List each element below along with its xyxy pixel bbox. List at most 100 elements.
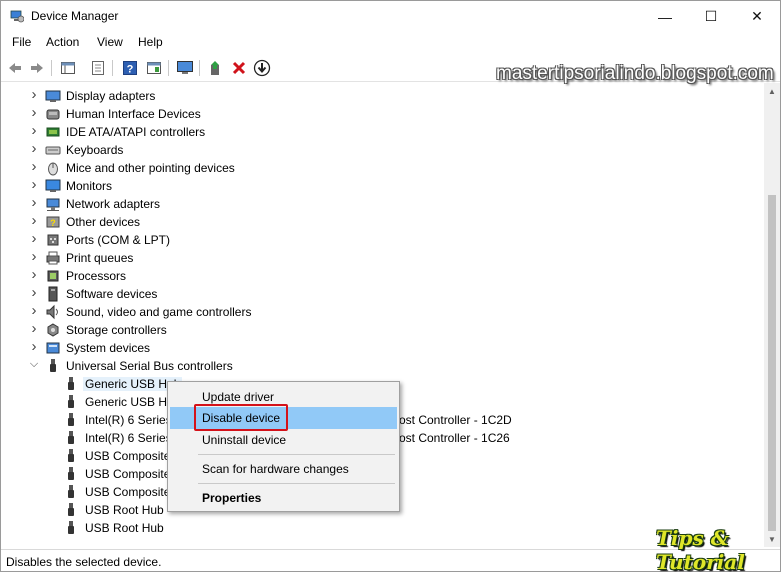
expand-chevron-icon[interactable]: › [29, 122, 39, 139]
status-text: Disables the selected device. [6, 555, 162, 569]
usb-device-label: Generic USB Hu [85, 395, 174, 409]
scrollbar-thumb[interactable] [768, 195, 776, 531]
enable-device-icon[interactable] [252, 58, 272, 78]
uninstall-device-menu-item[interactable]: Uninstall device [170, 429, 397, 451]
tree-category-label: Other devices [66, 215, 141, 229]
tree-category-row[interactable]: › Storage controllers [1, 320, 764, 339]
minimize-button[interactable]: — [642, 1, 688, 32]
menu-action[interactable]: Action [46, 35, 79, 49]
tree-category-label: Storage controllers [66, 323, 167, 337]
menu-bar: File Action View Help [1, 32, 780, 54]
tree-category-row[interactable]: ⌵ Universal Serial Bus controllers [1, 357, 764, 375]
scan-hardware-menu-item[interactable]: Scan for hardware changes [170, 458, 397, 480]
properties-menu-item[interactable]: Properties [170, 487, 397, 509]
expand-chevron-icon[interactable]: › [29, 212, 39, 229]
toolbar-separator [112, 60, 113, 76]
expand-chevron-icon[interactable]: › [29, 86, 39, 103]
show-hide-console-tree-icon[interactable] [58, 58, 78, 78]
expand-chevron-icon[interactable]: › [29, 158, 39, 175]
site-watermark: mastertipsorialindo.blogspot.com [496, 63, 774, 84]
expand-chevron-icon[interactable]: › [29, 338, 39, 355]
tree-category-label: Monitors [66, 179, 113, 193]
ide-controller-icon [46, 127, 60, 137]
mouse-icon [48, 162, 58, 176]
expand-chevron-icon[interactable]: › [29, 230, 39, 247]
expand-chevron-icon[interactable]: › [29, 302, 39, 319]
svg-text:?: ? [127, 64, 134, 76]
usb-device-row[interactable]: USB Root Hub [1, 519, 764, 537]
properties-icon[interactable] [88, 58, 108, 78]
tree-category-row[interactable]: ›? Other devices [1, 212, 764, 231]
tree-category-label: Network adapters [66, 197, 161, 211]
tree-category-row[interactable]: › Network adapters [1, 194, 764, 213]
tree-category-label: Mice and other pointing devices [66, 161, 235, 175]
uninstall-device-label: Uninstall device [202, 433, 287, 447]
tree-category-row[interactable]: › Sound, video and game controllers [1, 302, 764, 321]
usb-plug-icon [68, 485, 74, 498]
processor-icon [47, 270, 59, 282]
usb-device-label: USB Composite [85, 449, 171, 463]
tree-category-row[interactable]: › Software devices [1, 284, 764, 303]
window-title: Device Manager [31, 9, 119, 23]
menu-separator [198, 483, 395, 484]
tree-category-row[interactable]: › Human Interface Devices [1, 104, 764, 123]
context-menu: Update driver Disable device Uninstall d… [167, 381, 400, 512]
port-icon [47, 234, 59, 246]
expand-chevron-icon[interactable]: › [29, 140, 39, 157]
expand-chevron-icon[interactable]: › [29, 266, 39, 283]
tree-category-row[interactable]: › Processors [1, 266, 764, 285]
expand-chevron-icon[interactable]: › [29, 284, 39, 301]
usb-plug-icon [68, 467, 74, 480]
tree-category-label: Ports (COM & LPT) [66, 233, 171, 247]
speaker-icon [46, 304, 58, 320]
display-adapter-icon [45, 90, 61, 102]
collapse-chevron-icon[interactable]: ⌵ [29, 358, 39, 371]
expand-chevron-icon[interactable]: › [29, 104, 39, 121]
action-pane-icon[interactable] [144, 58, 164, 78]
software-device-icon [48, 286, 58, 302]
other-devices-icon: ? [46, 216, 60, 228]
expand-chevron-icon[interactable]: › [29, 320, 39, 337]
hid-icon [46, 109, 60, 120]
help-icon[interactable]: ? [120, 58, 140, 78]
tree-category-label: Processors [66, 269, 127, 283]
forward-icon[interactable] [27, 58, 47, 78]
maximize-button[interactable]: ☐ [688, 1, 734, 32]
scroll-up-icon[interactable]: ▲ [764, 83, 780, 99]
tree-category-label: Sound, video and game controllers [66, 305, 252, 319]
tree-category-row[interactable]: › Keyboards [1, 140, 764, 159]
tree-category-row[interactable]: › Monitors [1, 176, 764, 195]
close-button[interactable]: ✕ [734, 1, 780, 32]
storage-controller-icon [47, 323, 59, 337]
tree-category-row[interactable]: › System devices [1, 338, 764, 357]
usb-icon [50, 359, 56, 372]
tree-category-label: Print queues [66, 251, 134, 265]
menu-file[interactable]: File [12, 35, 31, 49]
uninstall-icon[interactable] [229, 58, 249, 78]
expand-chevron-icon[interactable]: › [29, 248, 39, 265]
expand-chevron-icon[interactable]: › [29, 176, 39, 193]
logo-watermark: Tips & Tutorial [656, 526, 745, 572]
tree-category-row[interactable]: › Print queues [1, 248, 764, 267]
tree-category-row[interactable]: › IDE ATA/ATAPI controllers [1, 122, 764, 141]
back-icon[interactable] [5, 58, 25, 78]
usb-device-label: Intel(R) 6 Series/ [85, 431, 176, 445]
tree-category-row[interactable]: › Mice and other pointing devices [1, 158, 764, 177]
usb-plug-icon [68, 377, 74, 390]
menu-help[interactable]: Help [138, 35, 163, 49]
vertical-scrollbar[interactable]: ▲ ▼ [764, 83, 780, 547]
usb-device-label: USB Root Hub [85, 503, 164, 517]
expand-chevron-icon[interactable]: › [29, 194, 39, 211]
menu-separator [198, 454, 395, 455]
tree-category-label: Keyboards [66, 143, 124, 157]
usb-device-label-tail: ost Controller - 1C2D [399, 413, 512, 427]
monitor-icon[interactable] [175, 58, 195, 78]
menu-view[interactable]: View [97, 35, 123, 49]
tree-category-row[interactable]: › Ports (COM & LPT) [1, 230, 764, 249]
usb-device-label: USB Root Hub [85, 521, 164, 535]
monitor-icon [45, 179, 61, 192]
update-driver-icon[interactable] [206, 58, 226, 78]
tree-category-label: Software devices [66, 287, 158, 301]
tree-category-row[interactable]: › Display adapters [1, 86, 764, 105]
title-bar: Device Manager — ☐ ✕ [1, 1, 780, 32]
